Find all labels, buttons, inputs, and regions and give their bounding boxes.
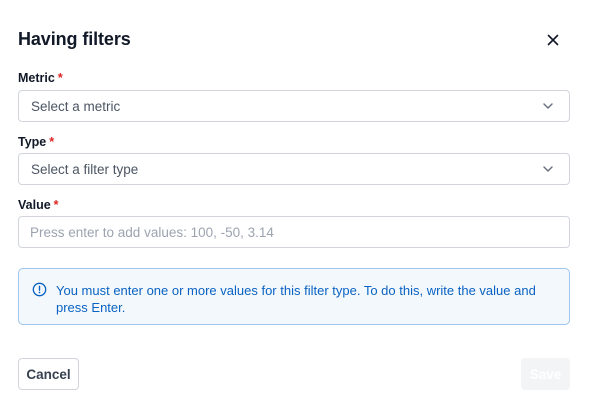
chevron-down-icon <box>543 103 553 109</box>
value-input[interactable] <box>18 216 570 248</box>
required-mark: * <box>53 198 59 212</box>
having-filters-dialog: Having filters Metric * Select a metric T… <box>0 0 592 407</box>
type-select-placeholder: Select a filter type <box>31 161 139 177</box>
alert-message: You must enter one or more values for th… <box>56 283 536 315</box>
value-label: Value * <box>18 198 59 212</box>
chevron-down-icon <box>543 166 553 172</box>
metric-label-text: Metric <box>18 71 55 85</box>
required-mark: * <box>57 71 63 85</box>
save-button[interactable]: Save <box>521 358 570 390</box>
metric-select[interactable]: Select a metric <box>18 90 570 122</box>
close-button[interactable] <box>542 30 564 50</box>
info-circle-icon <box>32 282 47 297</box>
type-label: Type * <box>18 135 54 149</box>
dialog-title: Having filters <box>18 29 131 49</box>
info-alert: You must enter one or more values for th… <box>18 268 570 325</box>
close-icon <box>547 34 559 46</box>
type-select[interactable]: Select a filter type <box>18 153 570 185</box>
required-mark: * <box>49 135 55 149</box>
cancel-button[interactable]: Cancel <box>18 358 79 390</box>
metric-select-placeholder: Select a metric <box>31 98 121 114</box>
value-label-text: Value <box>18 198 51 212</box>
type-label-text: Type <box>18 135 47 149</box>
metric-label: Metric * <box>18 71 63 85</box>
